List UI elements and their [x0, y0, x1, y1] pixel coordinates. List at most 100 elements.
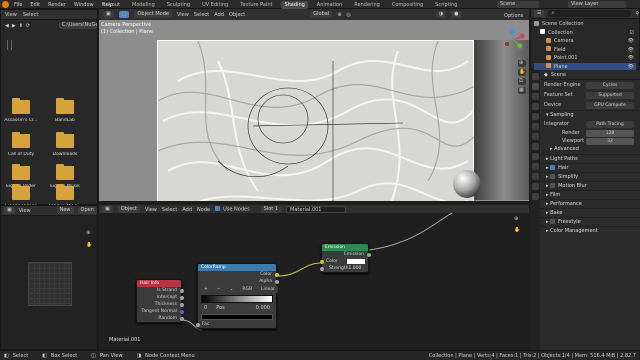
- output-socket[interactable]: [179, 295, 184, 300]
- 3d-viewport[interactable]: Camera Perspective (1) Collection | Plan…: [99, 20, 529, 201]
- object-mode-dropdown[interactable]: Object Mode: [134, 11, 172, 18]
- stop-index-field[interactable]: 0: [201, 305, 211, 312]
- eye-icon[interactable]: 👁: [628, 37, 634, 46]
- sidebar-toggle-icon[interactable]: [7, 40, 12, 50]
- orientation-dropdown[interactable]: Global: [310, 11, 333, 18]
- integrator-dropdown[interactable]: Path Tracing: [586, 121, 634, 128]
- motion-blur-checkbox[interactable]: [550, 182, 556, 188]
- shading-mode-icon[interactable]: ●: [451, 11, 462, 18]
- color-mode-dropdown[interactable]: RGB: [239, 286, 256, 293]
- editor-type-icon[interactable]: ▣: [103, 11, 114, 18]
- section-film[interactable]: ▸ Film: [540, 190, 640, 199]
- menu-file[interactable]: File: [14, 2, 22, 8]
- outliner-row-field[interactable]: Field 👁: [534, 46, 636, 55]
- interpolation-dropdown[interactable]: Linear: [258, 286, 279, 293]
- output-socket[interactable]: [179, 309, 184, 314]
- view-layer-tab-icon[interactable]: [531, 103, 539, 110]
- vp-menu-select[interactable]: Select: [194, 12, 209, 18]
- folder-item[interactable]: Downloads: [45, 132, 85, 157]
- section-freestyle[interactable]: ▸ Freestyle: [540, 217, 640, 226]
- section-color-management[interactable]: ▸ Color Management: [540, 226, 640, 235]
- emission-color-swatch[interactable]: [347, 259, 365, 264]
- hair-checkbox[interactable]: [550, 164, 556, 170]
- slot-dropdown[interactable]: Slot 1: [260, 206, 282, 213]
- ie-zoom-icon[interactable]: ⊕: [86, 230, 90, 236]
- outliner-row-scene-collection[interactable]: Scene Collection: [534, 20, 636, 29]
- blender-logo-icon[interactable]: [2, 1, 9, 8]
- physics-tab-icon[interactable]: [531, 163, 539, 170]
- menu-render[interactable]: Render: [48, 2, 66, 8]
- stop-position-field[interactable]: Pos 0.000: [213, 305, 273, 312]
- remove-stop-icon[interactable]: −: [213, 286, 224, 293]
- vp-menu-add[interactable]: Add: [214, 12, 224, 18]
- ne-zoom-icon[interactable]: ⊕: [514, 216, 518, 222]
- snap-icon[interactable]: ⊕: [337, 12, 341, 18]
- node-editor-canvas[interactable]: Hair Info Is Strand Intercept Thickness …: [99, 213, 529, 348]
- ne-menu-add[interactable]: Add: [182, 207, 192, 213]
- section-hair[interactable]: ▸ Hair: [540, 163, 640, 172]
- feature-set-dropdown[interactable]: Supported: [586, 92, 634, 99]
- section-light-paths[interactable]: ▸ Light Paths: [540, 154, 640, 163]
- vp-menu-object[interactable]: Object: [229, 12, 245, 18]
- material-name-field[interactable]: Material.001: [286, 206, 347, 213]
- object-tab-icon[interactable]: [531, 133, 539, 140]
- path-field[interactable]: C:\Users\NuGe...: [59, 22, 97, 29]
- outliner-row-collection[interactable]: Collection ☑: [534, 29, 636, 38]
- hand-pan-icon[interactable]: ✋: [518, 69, 526, 76]
- view-layer-selector[interactable]: View Layer: [568, 1, 626, 8]
- parent-dir-icon[interactable]: ⬆: [19, 23, 23, 29]
- input-socket[interactable]: [319, 266, 324, 271]
- section-performance[interactable]: ▸ Performance: [540, 199, 640, 208]
- grid-icon[interactable]: ▦: [518, 87, 526, 94]
- refresh-icon[interactable]: ⟳: [26, 23, 30, 29]
- hair-info-node[interactable]: Hair Info Is Strand Intercept Thickness …: [136, 279, 184, 323]
- options-menu[interactable]: Options: [504, 13, 523, 19]
- folder-item[interactable]: BandLab: [45, 98, 85, 123]
- scene-selector[interactable]: Scene: [497, 1, 539, 8]
- tab-layout[interactable]: Layout: [100, 1, 123, 9]
- output-socket[interactable]: [179, 316, 184, 321]
- constraints-tab-icon[interactable]: [531, 173, 539, 180]
- camera-view-icon[interactable]: ⎚: [518, 78, 526, 85]
- output-socket[interactable]: [179, 288, 184, 293]
- new-image-button[interactable]: New: [56, 207, 74, 214]
- use-nodes-toggle[interactable]: Use Nodes: [215, 206, 250, 213]
- tab-texture-paint[interactable]: Texture Paint: [237, 1, 275, 9]
- render-tab-icon[interactable]: [531, 83, 539, 90]
- ie-menu-view[interactable]: View: [19, 208, 31, 214]
- scene-tab-icon[interactable]: [531, 113, 539, 120]
- back-arrow-icon[interactable]: ◀: [5, 23, 9, 29]
- data-tab-icon[interactable]: [531, 183, 539, 190]
- render-samples-field[interactable]: 128: [586, 130, 634, 137]
- vp-menu-view[interactable]: View: [177, 12, 189, 18]
- tab-modeling[interactable]: Modeling: [129, 1, 158, 9]
- section-motion-blur[interactable]: ▸ Motion Blur: [540, 181, 640, 190]
- menu-edit[interactable]: Edit: [30, 2, 40, 8]
- ne-menu-node[interactable]: Node: [197, 207, 210, 213]
- tab-uv-editing[interactable]: UV Editing: [199, 1, 231, 9]
- tab-scripting[interactable]: Scripting: [432, 1, 460, 9]
- subsection-advanced[interactable]: ▸ Advanced: [540, 145, 640, 154]
- fb-menu-view[interactable]: View: [5, 12, 17, 18]
- select-tool-icon[interactable]: ⬚: [118, 11, 130, 18]
- section-bake[interactable]: ▸ Bake: [540, 208, 640, 217]
- ramp-menu-icon[interactable]: ⌄: [226, 286, 237, 293]
- output-socket[interactable]: [274, 272, 279, 277]
- simplify-checkbox[interactable]: [550, 173, 556, 179]
- forward-arrow-icon[interactable]: ▶: [12, 23, 16, 29]
- device-dropdown[interactable]: GPU Compute: [586, 102, 634, 109]
- output-socket[interactable]: [366, 252, 371, 257]
- object-type-dropdown[interactable]: Object: [117, 206, 141, 213]
- tab-rendering[interactable]: Rendering: [351, 1, 383, 9]
- tab-sculpting[interactable]: Sculpting: [164, 1, 193, 9]
- input-socket[interactable]: [195, 322, 200, 327]
- add-stop-icon[interactable]: +: [201, 286, 211, 293]
- render-engine-dropdown[interactable]: Cycles: [586, 82, 634, 89]
- outliner-type-icon[interactable]: ☰: [534, 10, 545, 17]
- section-simplify[interactable]: ▸ Simplify: [540, 172, 640, 181]
- output-tab-icon[interactable]: [531, 93, 539, 100]
- image-canvas-grid[interactable]: [28, 262, 72, 306]
- outliner-row-camera[interactable]: Camera 👁: [534, 37, 636, 46]
- input-socket[interactable]: [319, 259, 324, 264]
- material-tab-icon[interactable]: [531, 193, 539, 200]
